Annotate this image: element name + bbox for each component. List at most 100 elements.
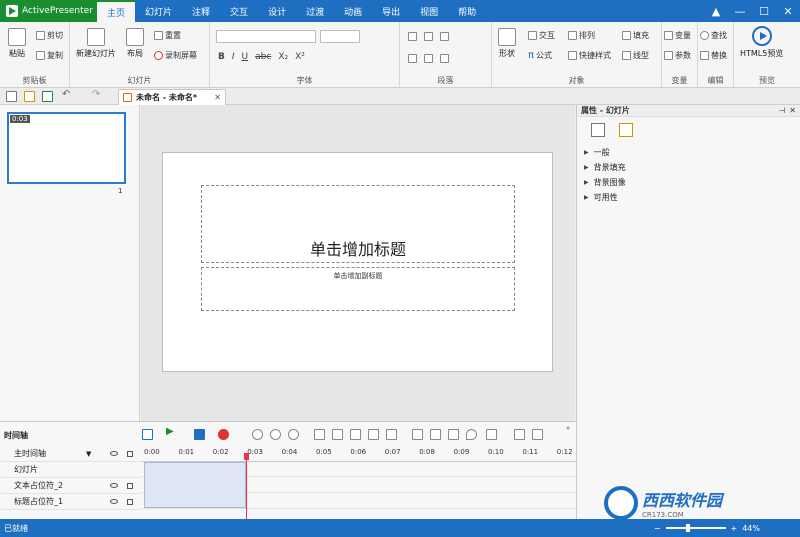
minimize-button[interactable]: — [728,0,752,22]
paste-button[interactable]: 粘贴 [8,28,26,59]
underline-button[interactable]: U [242,52,249,62]
properties-tab-effects-icon[interactable] [619,123,633,137]
superscript-button[interactable]: X² [295,52,305,62]
fade-out-icon[interactable] [532,429,543,440]
zoom-slider-knob[interactable] [685,524,690,532]
split-icon[interactable] [350,429,361,440]
subscript-button[interactable]: X₂ [278,52,288,62]
timeline-row[interactable]: 标题占位符_1 [0,494,142,510]
tab-help[interactable]: 帮助 [448,0,486,22]
bold-button[interactable]: B [218,52,225,62]
section-background-image[interactable]: ▶ 背景图像 [577,175,800,190]
timeline-row[interactable]: 幻灯片 [0,462,142,478]
maximize-button[interactable]: ☐ [752,0,776,22]
fade-in-icon[interactable] [514,429,525,440]
zoom-slider[interactable] [665,524,726,532]
slide-canvas[interactable]: 单击增加标题 单击增加副标题 [162,152,553,372]
stop-icon[interactable] [194,429,205,440]
visibility-eye-icon[interactable] [110,499,118,504]
tab-transition[interactable]: 过渡 [296,0,334,22]
font-family-select[interactable] [216,30,316,43]
crop-icon[interactable] [368,429,379,440]
align-right-icon[interactable] [440,54,449,63]
freeze-frame-icon[interactable] [412,429,423,440]
timeline-row[interactable]: 文本占位符_2 [0,478,142,494]
visibility-eye-icon[interactable] [110,451,118,456]
close-panel-icon[interactable]: ✕ [789,106,796,115]
shape-button[interactable]: 形状 [498,28,516,59]
quick-style-button[interactable]: 快捷样式 [568,50,611,61]
undo-icon[interactable]: ↶ [62,89,73,100]
main-timeline-row[interactable]: 主时间轴 ▼ [0,446,142,462]
redo-icon[interactable]: ↷ [92,89,103,100]
app-menu-button[interactable]: ActivePresenter [0,0,97,22]
play-timeline-icon[interactable]: ▶ [166,426,177,437]
zoom-out-button[interactable]: − [654,524,661,533]
subtitle-placeholder[interactable]: 单击增加副标题 [201,267,515,311]
unlock-icon[interactable] [127,482,133,489]
html5-preview-button[interactable]: HTML5预览 [740,26,783,59]
more-tools-icon[interactable]: » [566,424,570,432]
tab-home[interactable]: 主页 [97,0,136,22]
zoom-out-icon[interactable] [270,429,281,440]
delete-time-icon[interactable] [332,429,343,440]
slide-duration-block[interactable] [144,462,246,508]
tab-animation[interactable]: 动画 [334,0,372,22]
open-folder-icon[interactable] [24,91,35,102]
record-timeline-icon[interactable] [218,429,229,440]
playhead[interactable] [246,460,247,520]
new-file-icon[interactable] [6,91,17,102]
slide-thumbnail[interactable]: 0:03 [7,112,126,184]
change-speed-icon[interactable] [430,429,441,440]
tab-slides[interactable]: 幻灯片 [135,0,182,22]
tab-design[interactable]: 设计 [258,0,296,22]
dropdown-arrow-icon[interactable]: ▼ [86,450,91,458]
copy-button[interactable]: 复制 [36,50,63,61]
record-screen-button[interactable]: 录制屏幕 [154,50,197,61]
arrange-button[interactable]: 排列 [568,30,595,41]
font-size-select[interactable] [320,30,360,43]
align-center-icon[interactable] [424,54,433,63]
tab-annotation[interactable]: 注释 [182,0,220,22]
cut-button[interactable]: 剪切 [36,30,63,41]
visibility-eye-icon[interactable] [110,483,118,488]
italic-button[interactable]: I [232,52,235,62]
audio-icon[interactable] [486,429,497,440]
insert-time-icon[interactable] [314,429,325,440]
indent-icon[interactable] [440,32,449,41]
section-accessibility[interactable]: ▶ 可用性 [577,190,800,205]
numbering-icon[interactable] [424,32,433,41]
join-icon[interactable] [386,429,397,440]
zoom-in-button[interactable]: + [731,524,738,533]
bullets-icon[interactable] [408,32,417,41]
fill-button[interactable]: 填充 [622,30,649,41]
section-general[interactable]: ▶ 一般 [577,145,800,160]
line-style-button[interactable]: 线型 [622,50,649,61]
zoom-in-icon[interactable] [252,429,263,440]
close-tab-icon[interactable]: ✕ [214,93,221,102]
tab-interaction[interactable]: 交互 [220,0,258,22]
collapse-ribbon-button[interactable]: ▲ [704,0,728,22]
find-button[interactable]: 查找 [700,30,727,41]
interaction-button[interactable]: 交互 [528,30,555,41]
timeline-ruler[interactable]: 0:00 0:01 0:02 0:03 0:04 0:05 0:06 0:07 0:08 0:09… [142,446,576,462]
tab-export[interactable]: 导出 [372,0,410,22]
reset-button[interactable]: 重置 [154,30,181,41]
unlock-icon[interactable] [127,498,133,505]
save-icon[interactable] [42,91,53,102]
replace-button[interactable]: 替换 [700,50,727,61]
lock-icon[interactable] [127,450,133,457]
pin-icon[interactable]: ⊣ [778,106,785,115]
document-tab[interactable]: 未命名 - 未命名* ✕ [118,89,226,105]
layout-button[interactable]: 布局 [126,28,144,59]
section-background-fill[interactable]: ▶ 背景填充 [577,160,800,175]
tab-view[interactable]: 视图 [410,0,448,22]
blur-icon[interactable] [466,429,477,440]
zoom-fit-icon[interactable] [288,429,299,440]
strikethrough-button[interactable]: abc [255,52,271,62]
timeline-view-icon[interactable] [142,429,153,440]
formula-button[interactable]: π 公式 [528,50,552,61]
properties-tab-general-icon[interactable] [591,123,605,137]
align-left-icon[interactable] [408,54,417,63]
playhead-handle[interactable] [244,453,249,460]
